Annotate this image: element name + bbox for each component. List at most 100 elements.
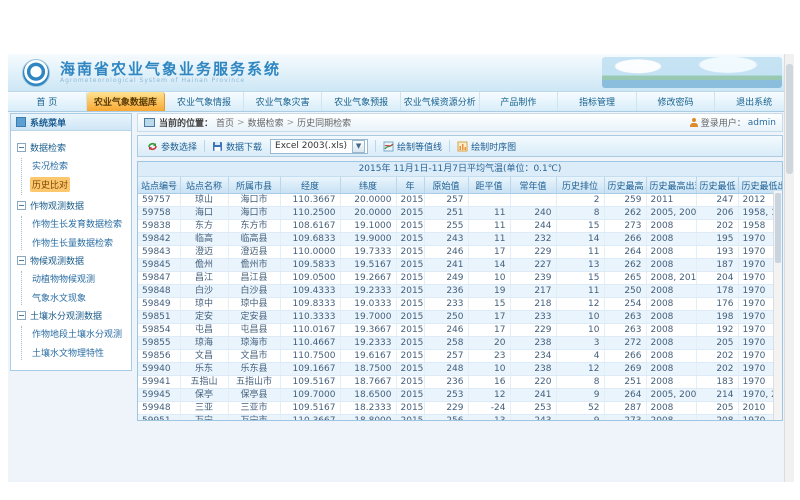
page-scrollbar[interactable] bbox=[784, 54, 794, 482]
table-cell: 241 bbox=[510, 389, 556, 402]
refresh-icon bbox=[147, 141, 158, 152]
table-cell: 澄迈 bbox=[180, 246, 228, 259]
table-row[interactable]: 59856文昌文昌市110.750019.6167201525723234426… bbox=[138, 350, 782, 363]
table-cell: 东方 bbox=[180, 220, 228, 233]
table-row[interactable]: 59854屯昌屯昌县110.016719.3667201524617229102… bbox=[138, 324, 782, 337]
nav-tab[interactable]: 农业气象预报 bbox=[322, 92, 401, 111]
nav-tab[interactable]: 农业气象灾害 bbox=[244, 92, 323, 111]
table-row[interactable]: 59845儋州儋州市109.583319.5167201524114227132… bbox=[138, 259, 782, 272]
nav-tabs: 首 页农业气象数据库农业气象情报农业气象灾害农业气象预报农业气候资源分析产品制作… bbox=[8, 92, 794, 112]
table-cell: 10 bbox=[556, 324, 604, 337]
column-header[interactable]: 年 bbox=[396, 177, 424, 194]
draw-timeseries-button[interactable]: 绘制时序图 bbox=[457, 140, 516, 153]
column-header[interactable]: 常年值 bbox=[510, 177, 556, 194]
grid-scrollbar[interactable] bbox=[773, 191, 782, 420]
nav-tab[interactable]: 农业气象数据库 bbox=[87, 92, 166, 111]
table-row[interactable]: 59757琼山海口市110.366720.0000201525722592011… bbox=[138, 194, 782, 207]
tree-item[interactable]: 作物生长量数据检索 bbox=[30, 235, 129, 250]
grid-title: 2015年 11月1日-11月7日平均气温(单位：0.1℃) bbox=[138, 162, 782, 177]
table-row[interactable]: 59851定安定安县110.333319.7000201525017233102… bbox=[138, 311, 782, 324]
column-header[interactable]: 原始值 bbox=[424, 177, 468, 194]
table-cell: -24 bbox=[468, 402, 510, 415]
collapse-icon[interactable] bbox=[17, 143, 26, 152]
table-cell: 保亭县 bbox=[228, 389, 280, 402]
breadcrumb-data-search[interactable]: 数据检索 bbox=[248, 116, 284, 129]
column-header[interactable]: 历史最低 bbox=[696, 177, 738, 194]
download-format-value: Excel 2003(.xls) bbox=[275, 141, 347, 151]
collapse-icon[interactable] bbox=[17, 256, 26, 265]
table-row[interactable]: 59842临高临高县109.683319.9000201524311232142… bbox=[138, 233, 782, 246]
column-header[interactable]: 历史排位 bbox=[556, 177, 604, 194]
column-header[interactable]: 距平值 bbox=[468, 177, 510, 194]
table-cell: 229 bbox=[424, 402, 468, 415]
table-cell: 2015 bbox=[396, 402, 424, 415]
table-cell: 251 bbox=[604, 376, 646, 389]
table-cell: 202 bbox=[696, 350, 738, 363]
collapse-icon[interactable] bbox=[17, 311, 26, 320]
tree-item[interactable]: 土壤水文物理特性 bbox=[30, 345, 129, 360]
table-cell: 251 bbox=[424, 207, 468, 220]
save-icon bbox=[212, 141, 223, 152]
table-cell: 59941 bbox=[138, 376, 180, 389]
nav-tab[interactable]: 修改密码 bbox=[637, 92, 716, 111]
tree-section[interactable]: 土壤水分观测数据 bbox=[17, 309, 129, 322]
nav-tab[interactable]: 退出系统 bbox=[715, 92, 794, 111]
table-row[interactable]: 59848白沙白沙县109.433319.2333201523619217112… bbox=[138, 285, 782, 298]
tree-item[interactable]: 作物生长发育数据检索 bbox=[30, 216, 129, 231]
table-cell: 2008 bbox=[646, 324, 696, 337]
data-download-button[interactable]: 数据下载 bbox=[212, 140, 262, 153]
table-row[interactable]: 59847昌江昌江县109.050019.2667201524910239152… bbox=[138, 272, 782, 285]
breadcrumb-home[interactable]: 首页 bbox=[216, 116, 234, 129]
table-row[interactable]: 59843澄迈澄迈县110.000019.7333201524617229112… bbox=[138, 246, 782, 259]
table-cell: 10 bbox=[468, 363, 510, 376]
table-row[interactable]: 59940乐东乐东县109.166718.7500201524810238122… bbox=[138, 363, 782, 376]
column-header[interactable]: 站点编号 bbox=[138, 177, 180, 194]
column-header[interactable]: 纬度 bbox=[340, 177, 396, 194]
download-format-select[interactable]: Excel 2003(.xls) ▼ bbox=[270, 139, 368, 154]
tree-item[interactable]: 实况检索 bbox=[30, 158, 129, 173]
table-cell: 238 bbox=[510, 363, 556, 376]
tree-item[interactable]: 动植物物候观测 bbox=[30, 271, 129, 286]
tree-section[interactable]: 作物观测数据 bbox=[17, 199, 129, 212]
draw-contour-button[interactable]: 绘制等值线 bbox=[383, 140, 442, 153]
table-cell: 59843 bbox=[138, 246, 180, 259]
table-row[interactable]: 59948三亚三亚市109.516718.23332015229-2425352… bbox=[138, 402, 782, 415]
table-row[interactable]: 59941五指山五指山市109.516718.76672015236162208… bbox=[138, 376, 782, 389]
tree-section[interactable]: 物候观测数据 bbox=[17, 254, 129, 267]
table-row[interactable]: 59838东方东方市108.616719.1000201525511244152… bbox=[138, 220, 782, 233]
grid-scrollbar-thumb[interactable] bbox=[775, 193, 781, 263]
table-row[interactable]: 59951万宁万宁市110.366718.8000201525613243927… bbox=[138, 415, 782, 421]
table-cell: 白沙 bbox=[180, 285, 228, 298]
table-cell: 287 bbox=[604, 402, 646, 415]
nav-tab[interactable]: 指标管理 bbox=[558, 92, 637, 111]
table-cell: 253 bbox=[510, 402, 556, 415]
nav-tab[interactable]: 农业气象情报 bbox=[165, 92, 244, 111]
table-row[interactable]: 59758海口海口市110.250020.0000201525111240826… bbox=[138, 207, 782, 220]
app-window: 海南省农业气象业务服务系统 Agrometeorological System … bbox=[8, 54, 794, 482]
table-cell: 临高 bbox=[180, 233, 228, 246]
table-cell: 11 bbox=[468, 220, 510, 233]
nav-tab[interactable]: 首 页 bbox=[8, 92, 87, 111]
column-header[interactable]: 历史最高 bbox=[604, 177, 646, 194]
nav-tab[interactable]: 农业气候资源分析 bbox=[401, 92, 480, 111]
table-cell: 257 bbox=[424, 194, 468, 207]
table-row[interactable]: 59849琼中琼中县109.833319.0333201523315218122… bbox=[138, 298, 782, 311]
column-header[interactable]: 站点名称 bbox=[180, 177, 228, 194]
collapse-icon[interactable] bbox=[17, 201, 26, 210]
table-cell: 2008 bbox=[646, 402, 696, 415]
table-cell: 2015 bbox=[396, 389, 424, 402]
page-scrollbar-thumb[interactable] bbox=[786, 64, 793, 174]
timeseries-chart-icon bbox=[457, 141, 468, 152]
table-cell: 192 bbox=[696, 324, 738, 337]
table-row[interactable]: 59945保亭保亭县109.700018.6500201525312241926… bbox=[138, 389, 782, 402]
tree-item[interactable]: 气象水文现象 bbox=[30, 290, 129, 305]
nav-tab[interactable]: 产品制作 bbox=[480, 92, 559, 111]
column-header[interactable]: 历史最高出现年份 bbox=[646, 177, 696, 194]
tree-section[interactable]: 数据检索 bbox=[17, 141, 129, 154]
table-row[interactable]: 59855琼海琼海市110.466719.2333201525820238327… bbox=[138, 337, 782, 350]
column-header[interactable]: 所属市县 bbox=[228, 177, 280, 194]
tree-item[interactable]: 历史比对 bbox=[30, 177, 70, 192]
column-header[interactable]: 经度 bbox=[280, 177, 340, 194]
tree-item[interactable]: 作物地段土壤水分观测 bbox=[30, 326, 129, 341]
param-select-button[interactable]: 参数选择 bbox=[147, 140, 197, 153]
